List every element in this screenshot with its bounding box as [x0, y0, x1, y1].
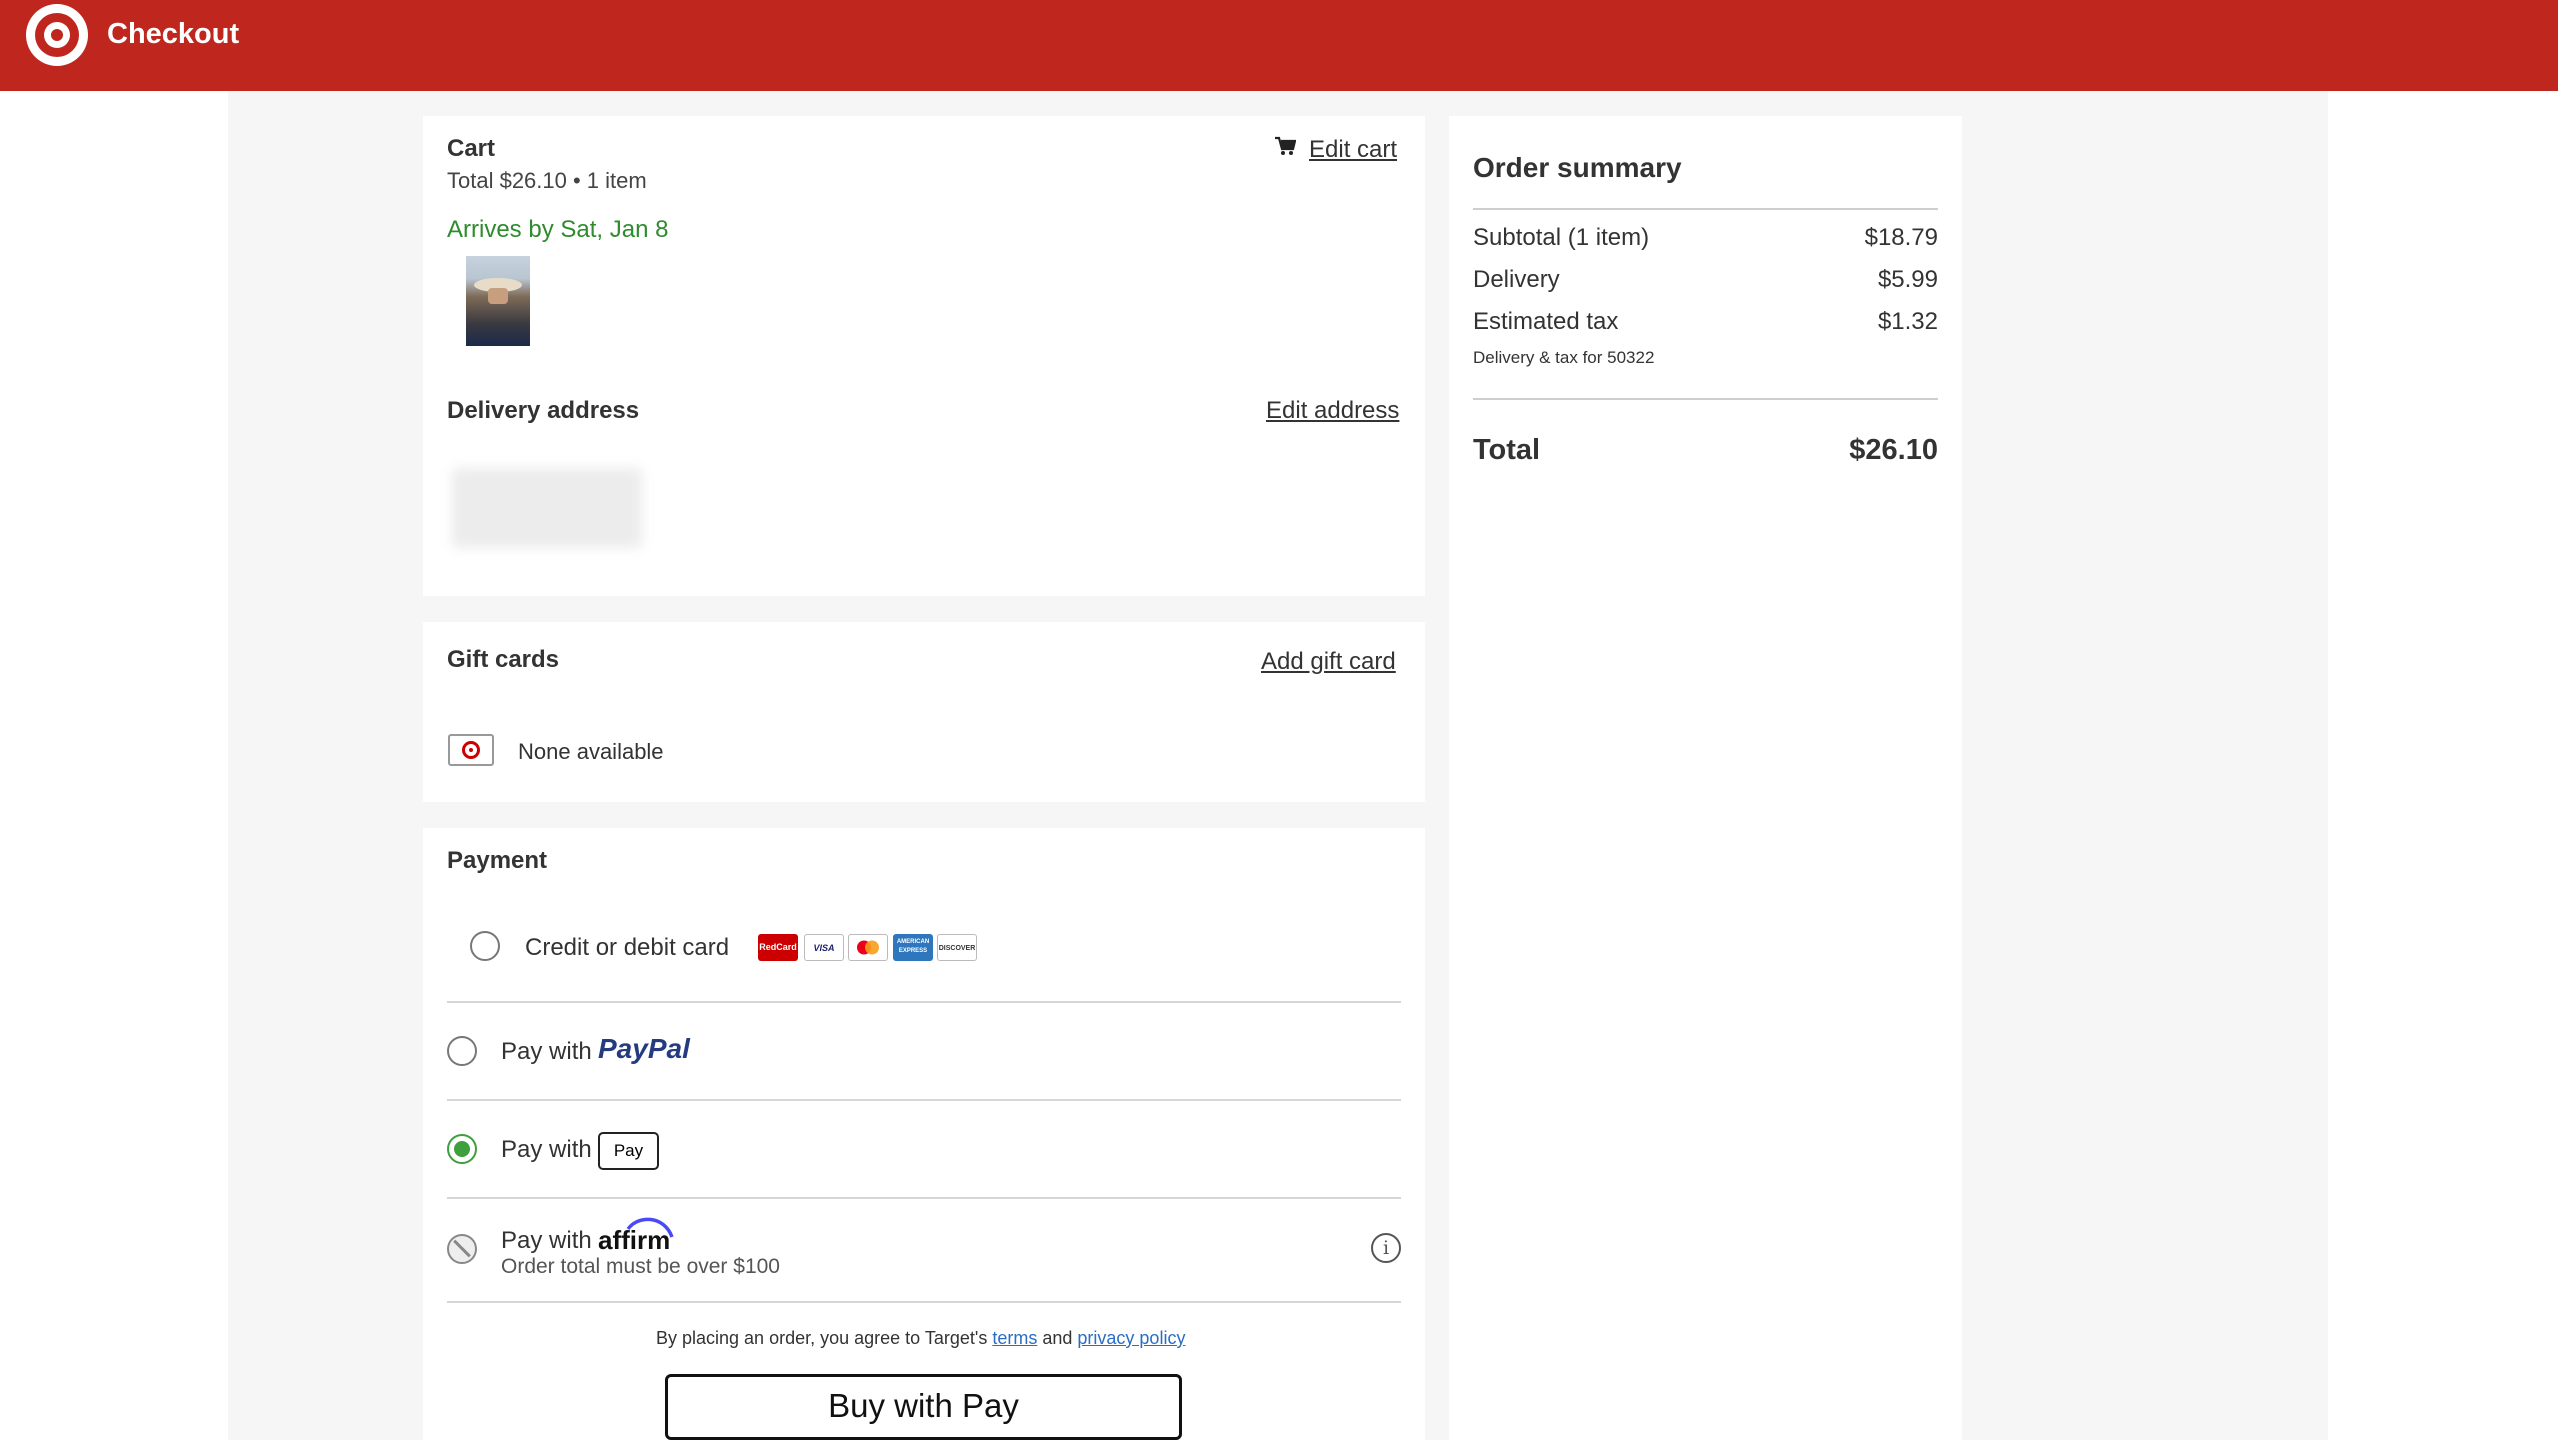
edit-address-link[interactable]: Edit address — [1266, 397, 1399, 425]
apple-pay-icon: Pay — [598, 1132, 659, 1170]
buy-label: Buy with — [828, 1387, 953, 1424]
apple-pay-radio[interactable] — [447, 1134, 477, 1164]
subtotal-value: $18.79 — [1864, 224, 1938, 251]
visa-icon: VISA — [804, 934, 844, 961]
tax-note: Delivery & tax for 50322 — [1473, 348, 1655, 367]
product-thumbnail[interactable] — [466, 256, 530, 346]
order-summary-title: Order summary — [1473, 152, 1682, 183]
payment-divider — [447, 1197, 1401, 1199]
credit-card-radio[interactable] — [470, 931, 500, 961]
buy-label-suffix: Pay — [962, 1387, 1019, 1424]
summary-divider — [1473, 208, 1938, 210]
affirm-wordmark: affirm — [598, 1225, 671, 1255]
legal-prefix: By placing an order, you agree to Target… — [656, 1328, 988, 1348]
legal-and: and — [1042, 1328, 1073, 1348]
info-icon[interactable]: i — [1371, 1233, 1401, 1263]
redcard-icon: RedCard — [758, 934, 798, 961]
gift-cards-title: Gift cards — [447, 646, 560, 673]
total-value: $26.10 — [1849, 434, 1938, 466]
buy-with-apple-pay-button[interactable]: Buy with Pay — [665, 1374, 1182, 1440]
add-gift-card-link[interactable]: Add gift card — [1261, 648, 1396, 676]
terms-link[interactable]: terms — [992, 1328, 1037, 1348]
mastercard-icon — [848, 934, 888, 961]
discover-icon: DISCOVER — [937, 934, 977, 961]
payment-divider — [447, 1099, 1401, 1101]
privacy-policy-link[interactable]: privacy policy — [1077, 1328, 1185, 1348]
legal-text: By placing an order, you agree to Target… — [656, 1328, 1185, 1349]
arrival-date: Arrives by Sat, Jan 8 — [447, 216, 669, 243]
delivery-label: Delivery — [1473, 266, 1560, 293]
affirm-radio — [447, 1234, 477, 1264]
gift-cards-status: None available — [518, 739, 664, 764]
page-title: Checkout — [107, 18, 240, 50]
delivery-value: $5.99 — [1877, 266, 1938, 293]
apple-pay-badge-text: Pay — [613, 1141, 644, 1160]
gift-card-icon — [448, 734, 494, 766]
total-label: Total — [1473, 434, 1541, 466]
affirm-logo: affirm — [598, 1215, 676, 1255]
apple-pay-label[interactable]: Pay with — [501, 1136, 592, 1164]
payment-divider — [447, 1001, 1401, 1003]
estimated-tax-value: $1.32 — [1877, 308, 1938, 335]
summary-divider — [1473, 398, 1938, 400]
paypal-logo: PayPal — [598, 1033, 690, 1064]
estimated-tax-label: Estimated tax — [1473, 308, 1619, 335]
edit-cart-link[interactable]: Edit cart — [1309, 136, 1397, 164]
affirm-label: Pay with — [501, 1227, 592, 1254]
amex-icon: AMERICAN EXPRESS — [893, 934, 933, 961]
cart-title: Cart — [447, 135, 496, 162]
delivery-address-title: Delivery address — [447, 397, 640, 424]
checkout-header: Checkout — [0, 0, 2558, 91]
payment-title: Payment — [447, 847, 548, 874]
paypal-radio[interactable] — [447, 1036, 477, 1066]
target-logo-icon[interactable] — [26, 4, 88, 66]
paypal-label[interactable]: Pay with — [501, 1038, 592, 1066]
cart-icon[interactable] — [1274, 135, 1297, 157]
redacted-address — [452, 468, 642, 548]
cart-summary: Total $26.10 • 1 item — [447, 168, 647, 193]
payment-divider — [447, 1301, 1401, 1303]
affirm-note: Order total must be over $100 — [501, 1255, 780, 1278]
subtotal-label: Subtotal (1 item) — [1473, 224, 1650, 251]
credit-card-label[interactable]: Credit or debit card — [525, 934, 729, 962]
